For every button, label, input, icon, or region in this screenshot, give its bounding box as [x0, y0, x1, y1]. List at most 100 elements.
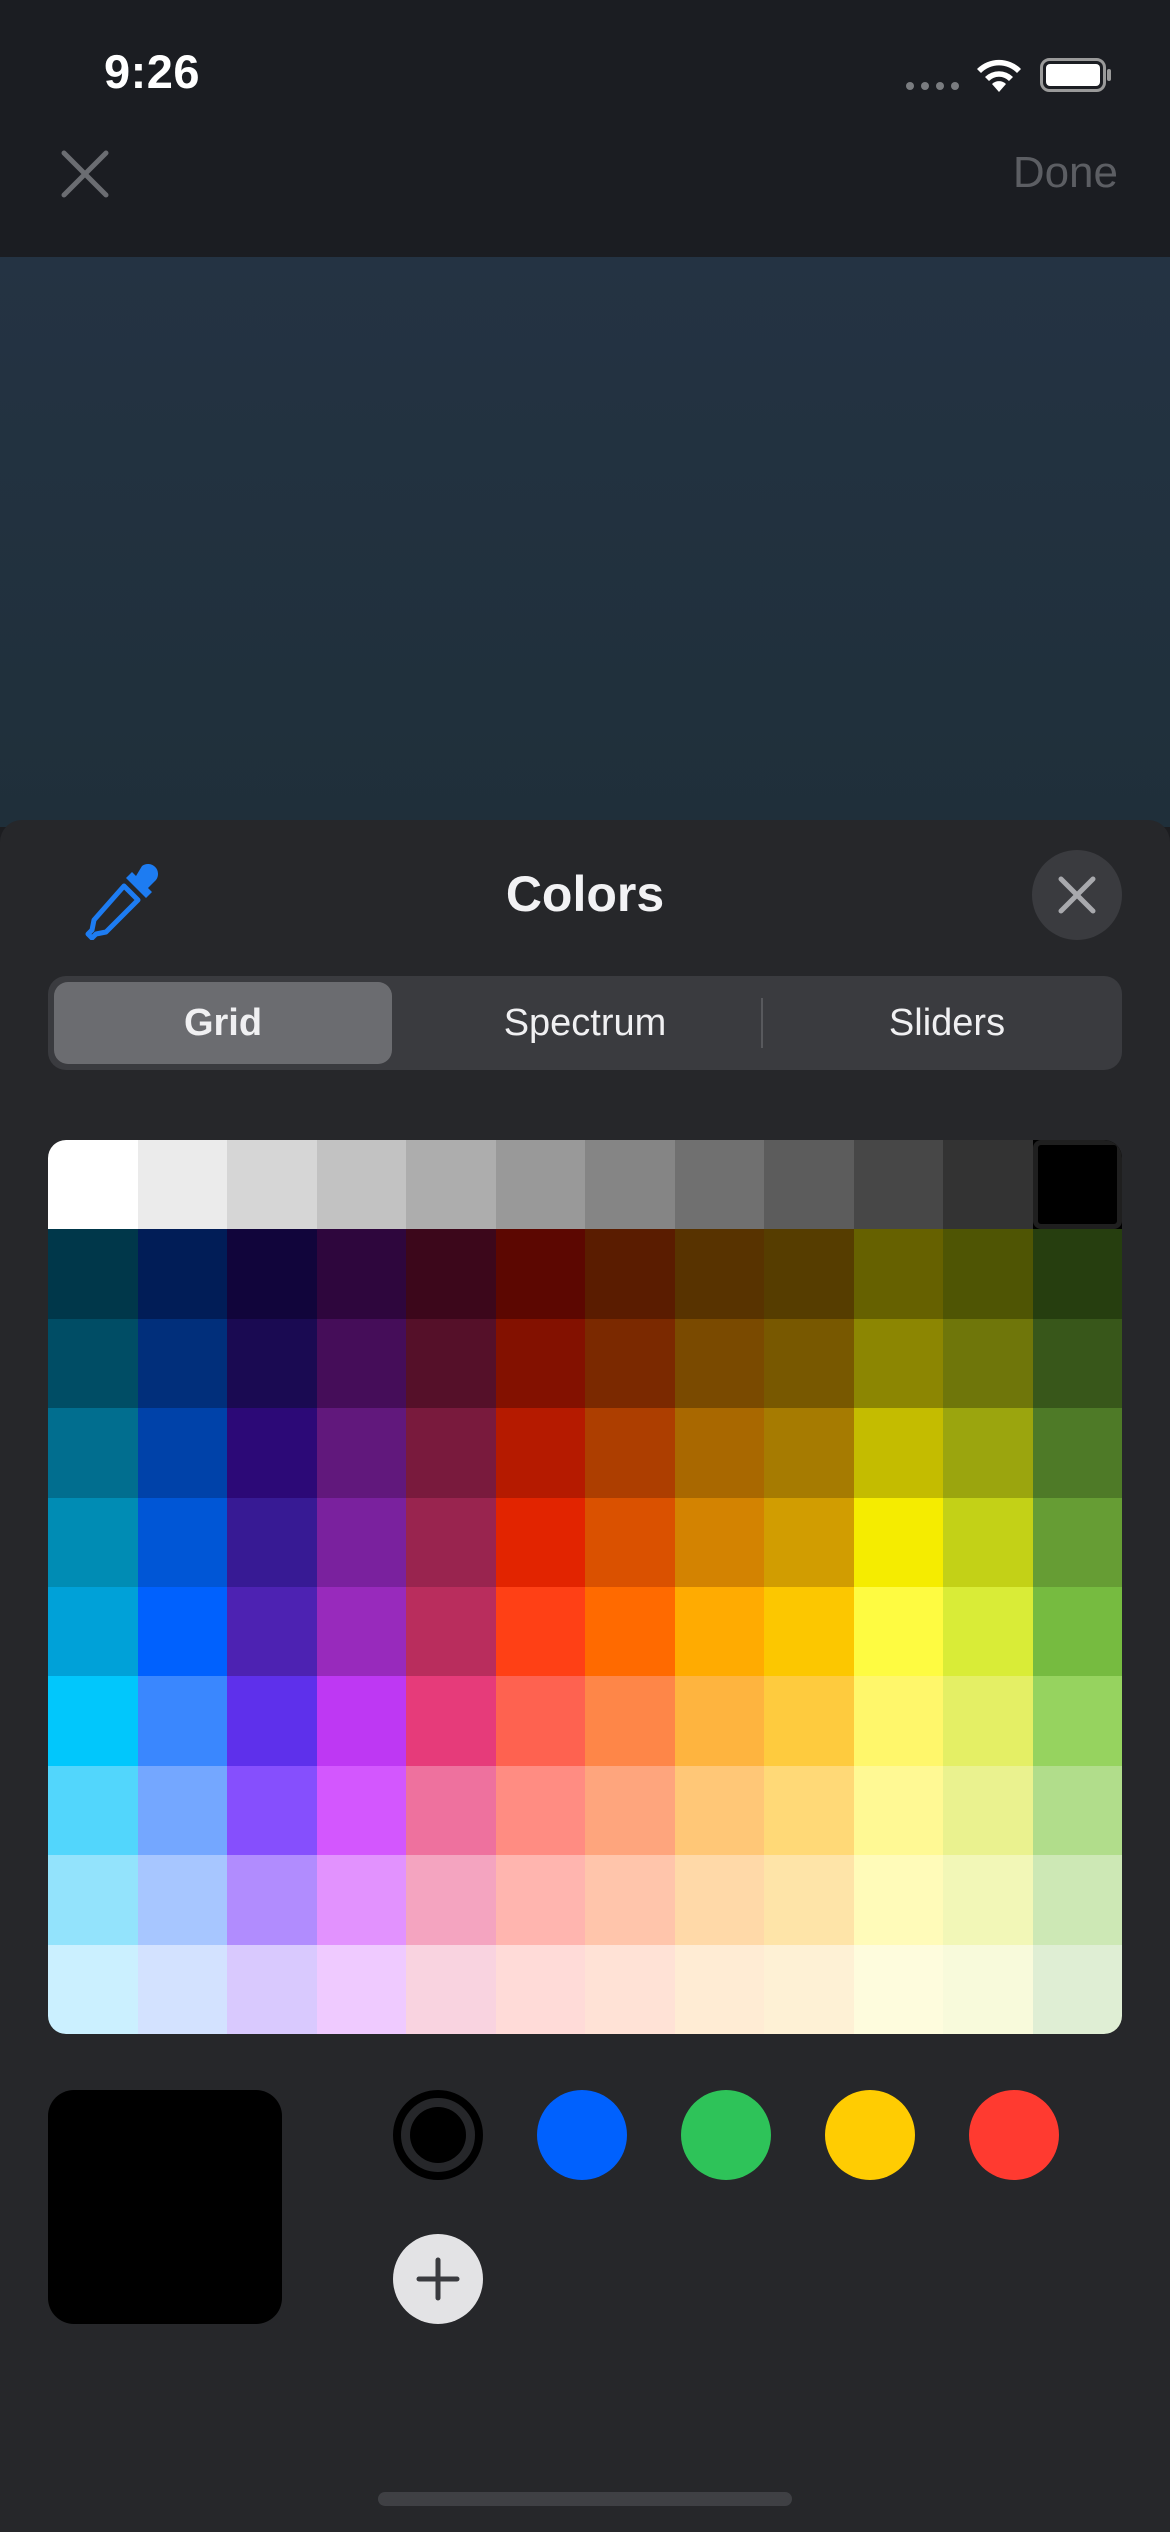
- color-grid-cell[interactable]: [853, 1140, 943, 1230]
- color-grid-cell[interactable]: [48, 1408, 138, 1498]
- color-grid-cell[interactable]: [48, 1855, 138, 1945]
- color-grid-cell[interactable]: [585, 1408, 675, 1498]
- color-swatch[interactable]: [537, 2090, 627, 2180]
- tab-grid[interactable]: Grid: [54, 982, 392, 1064]
- color-grid-cell[interactable]: [764, 1587, 854, 1677]
- color-grid-cell[interactable]: [943, 1497, 1033, 1587]
- color-grid-cell[interactable]: [764, 1944, 854, 2034]
- color-grid-cell[interactable]: [48, 1944, 138, 2034]
- color-grid-cell[interactable]: [406, 1408, 496, 1498]
- color-grid-cell[interactable]: [674, 1855, 764, 1945]
- color-grid-cell[interactable]: [406, 1229, 496, 1319]
- color-grid-cell[interactable]: [406, 1497, 496, 1587]
- color-grid-cell[interactable]: [406, 1676, 496, 1766]
- color-grid-cell[interactable]: [48, 1140, 138, 1230]
- color-grid-cell[interactable]: [137, 1140, 227, 1230]
- color-grid-cell[interactable]: [316, 1497, 406, 1587]
- color-grid-cell[interactable]: [674, 1408, 764, 1498]
- color-grid-cell[interactable]: [137, 1408, 227, 1498]
- color-grid-cell[interactable]: [227, 1676, 317, 1766]
- color-grid-cell[interactable]: [137, 1229, 227, 1319]
- color-grid-cell[interactable]: [227, 1944, 317, 2034]
- color-grid-cell[interactable]: [1032, 1229, 1122, 1319]
- color-grid-cell[interactable]: [764, 1676, 854, 1766]
- color-grid-cell[interactable]: [1032, 1587, 1122, 1677]
- color-grid-cell[interactable]: [495, 1855, 585, 1945]
- color-grid-cell[interactable]: [1032, 1765, 1122, 1856]
- color-grid-cell[interactable]: [495, 1408, 585, 1498]
- color-grid-cell[interactable]: [674, 1318, 764, 1409]
- color-grid-cell[interactable]: [853, 1497, 943, 1587]
- color-grid-cell[interactable]: [853, 1944, 943, 2034]
- color-grid-cell[interactable]: [406, 1587, 496, 1677]
- color-grid-cell[interactable]: [943, 1855, 1033, 1945]
- color-grid-cell[interactable]: [137, 1318, 227, 1409]
- color-grid-cell[interactable]: [316, 1229, 406, 1319]
- color-grid-cell[interactable]: [1032, 1855, 1122, 1945]
- color-grid-cell[interactable]: [943, 1676, 1033, 1766]
- tab-spectrum[interactable]: Spectrum: [416, 982, 754, 1064]
- color-grid-cell[interactable]: [48, 1587, 138, 1677]
- color-grid-cell[interactable]: [764, 1318, 854, 1409]
- color-grid-cell[interactable]: [1032, 1318, 1122, 1409]
- color-grid-cell[interactable]: [585, 1855, 675, 1945]
- color-grid-cell[interactable]: [48, 1676, 138, 1766]
- color-grid-cell[interactable]: [495, 1229, 585, 1319]
- color-grid-cell[interactable]: [1032, 1408, 1122, 1498]
- color-grid-cell[interactable]: [585, 1676, 675, 1766]
- color-grid-cell[interactable]: [137, 1944, 227, 2034]
- color-grid-cell[interactable]: [853, 1318, 943, 1409]
- color-grid-cell[interactable]: [943, 1765, 1033, 1856]
- color-grid-cell[interactable]: [495, 1944, 585, 2034]
- color-grid-cell[interactable]: [674, 1676, 764, 1766]
- color-grid-cell[interactable]: [48, 1318, 138, 1409]
- color-grid-cell[interactable]: [943, 1587, 1033, 1677]
- color-grid-cell[interactable]: [48, 1765, 138, 1856]
- color-swatch[interactable]: [681, 2090, 771, 2180]
- color-grid-cell[interactable]: [406, 1944, 496, 2034]
- color-grid-cell[interactable]: [585, 1765, 675, 1856]
- color-grid-cell[interactable]: [227, 1855, 317, 1945]
- color-grid-cell[interactable]: [316, 1140, 406, 1230]
- color-grid-cell[interactable]: [495, 1140, 585, 1230]
- color-grid-cell[interactable]: [585, 1944, 675, 2034]
- color-grid-cell[interactable]: [406, 1318, 496, 1409]
- color-grid-cell[interactable]: [943, 1229, 1033, 1319]
- color-grid-cell[interactable]: [764, 1765, 854, 1856]
- color-grid-cell[interactable]: [227, 1229, 317, 1319]
- done-button[interactable]: Done: [1013, 148, 1118, 198]
- color-grid-cell[interactable]: [853, 1765, 943, 1856]
- color-grid-cell[interactable]: [764, 1140, 854, 1230]
- color-grid-cell[interactable]: [227, 1408, 317, 1498]
- color-grid-cell[interactable]: [316, 1318, 406, 1409]
- color-grid-cell[interactable]: [943, 1318, 1033, 1409]
- color-grid-cell[interactable]: [406, 1140, 496, 1230]
- color-grid-cell[interactable]: [137, 1855, 227, 1945]
- color-grid-cell[interactable]: [316, 1855, 406, 1945]
- close-icon[interactable]: [56, 145, 114, 203]
- color-grid-cell[interactable]: [853, 1676, 943, 1766]
- color-grid-cell[interactable]: [137, 1587, 227, 1677]
- color-grid-cell[interactable]: [406, 1765, 496, 1856]
- color-grid-cell[interactable]: [495, 1497, 585, 1587]
- color-grid-cell[interactable]: [495, 1765, 585, 1856]
- color-grid-cell[interactable]: [764, 1229, 854, 1319]
- add-swatch-button[interactable]: [393, 2234, 483, 2324]
- color-swatch[interactable]: [969, 2090, 1059, 2180]
- color-grid-cell[interactable]: [943, 1408, 1033, 1498]
- color-grid-cell[interactable]: [853, 1855, 943, 1945]
- color-grid-cell[interactable]: [853, 1408, 943, 1498]
- color-grid-cell[interactable]: [585, 1140, 675, 1230]
- color-swatch[interactable]: [825, 2090, 915, 2180]
- color-grid-cell[interactable]: [943, 1944, 1033, 2034]
- color-grid-cell[interactable]: [764, 1855, 854, 1945]
- color-grid-cell[interactable]: [137, 1765, 227, 1856]
- color-grid-cell[interactable]: [406, 1855, 496, 1945]
- color-grid-cell[interactable]: [943, 1140, 1033, 1230]
- color-grid-cell[interactable]: [495, 1676, 585, 1766]
- color-grid-cell[interactable]: [227, 1497, 317, 1587]
- color-grid-cell[interactable]: [674, 1765, 764, 1856]
- color-grid-cell[interactable]: [585, 1229, 675, 1319]
- color-grid-cell[interactable]: [764, 1408, 854, 1498]
- color-grid-cell[interactable]: [495, 1587, 585, 1677]
